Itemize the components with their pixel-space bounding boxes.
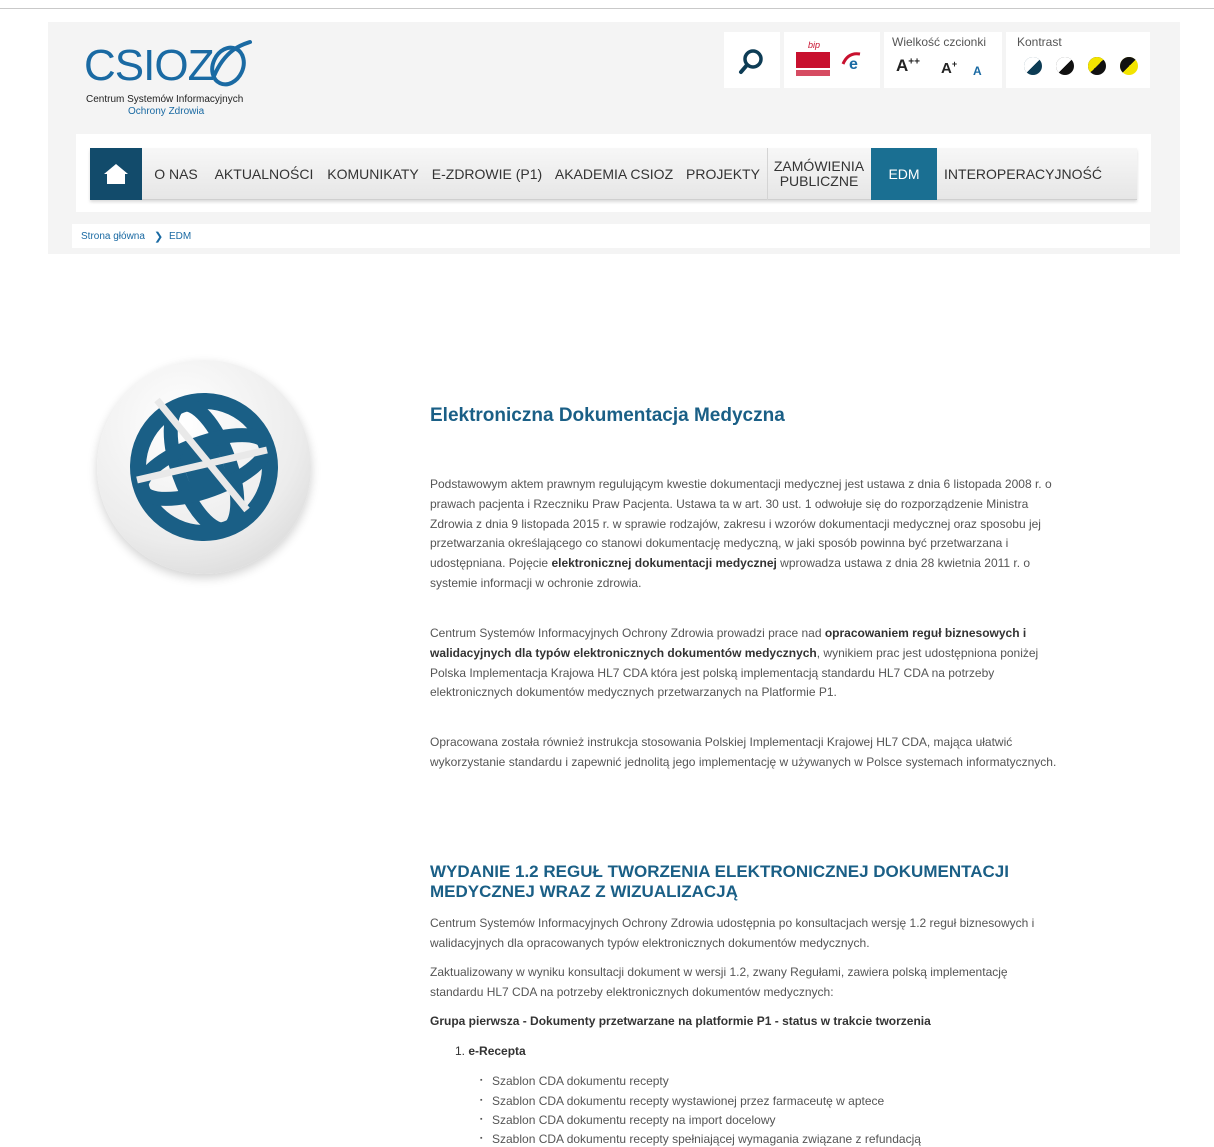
contrast-box: Kontrast	[1006, 32, 1150, 88]
svg-text:e: e	[849, 56, 858, 72]
template-link[interactable]: Szablon CDA dokumentu recepty	[480, 1074, 669, 1088]
nav-item-edm[interactable]: EDM	[871, 148, 937, 200]
nav-item-projekty[interactable]: PROJEKTY	[681, 148, 765, 200]
group-title: Grupa pierwsza - Dokumenty przetwarzane …	[430, 1014, 931, 1028]
font-large-button[interactable]: A++	[896, 56, 920, 76]
globe-icon	[130, 393, 278, 541]
contrast-yb-icon	[1088, 57, 1106, 75]
contrast-default-icon	[1024, 57, 1042, 75]
contrast-by-button[interactable]	[1120, 57, 1138, 75]
font-large-letter: A	[896, 56, 909, 75]
epuap-icon[interactable]: e	[840, 50, 866, 72]
contrast-by-icon	[1120, 57, 1138, 75]
contrast-default-button[interactable]	[1024, 57, 1042, 75]
contrast-yb-button[interactable]	[1088, 57, 1106, 75]
bip-link[interactable]: bip	[796, 40, 832, 78]
breadcrumb-home[interactable]: Strona główna	[81, 231, 145, 242]
nav-item-interoperacyjnosc[interactable]: INTEROPERACYJNOŚĆ	[940, 148, 1106, 200]
font-size-box: Wielkość czcionki A++ A+ A	[884, 32, 1002, 88]
work-text-1: Centrum Systemów Informacyjnych Ochrony …	[430, 626, 825, 640]
logo-subtitle-line2: Ochrony Zdrowia	[128, 106, 205, 117]
list-item-e-recepta: 1. e-Recepta	[455, 1044, 526, 1058]
search-icon[interactable]	[738, 48, 766, 76]
nav-item-aktualnosci[interactable]: AKTUALNOŚCI	[209, 148, 319, 200]
section-title: WYDANIE 1.2 REGUŁ TWORZENIA ELEKTRONICZN…	[430, 862, 1009, 901]
breadcrumb-chevron-icon: ❯	[154, 231, 164, 243]
bip-flag-icon	[796, 52, 830, 68]
logo-subtitle-line1: Centrum Systemów Informacyjnych	[86, 94, 244, 105]
font-medium-button[interactable]: A+	[941, 59, 957, 77]
updated-paragraph: Zaktualizowany w wyniku konsultacji doku…	[430, 965, 1008, 999]
bip-label: bip	[808, 40, 821, 50]
bip-box: bip e	[784, 32, 880, 88]
contrast-bw-button[interactable]	[1056, 57, 1074, 75]
release-paragraph: Centrum Systemów Informacyjnych Ochrony …	[430, 916, 1035, 950]
work-paragraph: Centrum Systemów Informacyjnych Ochrony …	[430, 624, 1062, 703]
font-medium-sup: +	[951, 59, 958, 69]
logo-wordmark: CSIOZ	[84, 41, 214, 90]
template-link[interactable]: Szablon CDA dokumentu recepty wystawione…	[480, 1094, 884, 1108]
nav-item-akademia[interactable]: AKADEMIA CSIOZ	[550, 148, 678, 200]
nav-item-zamowienia[interactable]: ZAMÓWIENIA PUBLICZNE	[768, 148, 870, 200]
font-large-sup: ++	[908, 56, 920, 68]
nav-item-komunikaty[interactable]: KOMUNIKATY	[322, 148, 424, 200]
font-size-label: Wielkość czcionki	[892, 35, 987, 49]
intro-bold: elektronicznej dokumentacji medycznej	[551, 556, 777, 571]
nav-item-e-zdrowie[interactable]: E-ZDROWIE (P1)	[427, 148, 547, 200]
home-icon	[104, 164, 128, 184]
font-small-button[interactable]: A	[973, 64, 982, 78]
intro-paragraph: Podstawowym aktem prawnym regulującym kw…	[430, 475, 1062, 594]
page-title: Elektroniczna Dokumentacja Medyczna	[430, 405, 785, 426]
logo-swirl-icon	[210, 40, 252, 87]
bip-flag-base	[796, 70, 830, 76]
instruction-paragraph: Opracowana została również instrukcja st…	[430, 735, 1057, 769]
search-box	[724, 32, 780, 88]
template-link[interactable]: Szablon CDA dokumentu recepty spełniając…	[480, 1132, 921, 1146]
list-number: 1.	[455, 1044, 466, 1058]
nav-item-o-nas[interactable]: O NAS	[146, 148, 206, 200]
nav-home-button[interactable]	[90, 148, 142, 200]
contrast-label: Kontrast	[1017, 35, 1062, 49]
contrast-bw-icon	[1056, 57, 1074, 75]
browser-frame-line	[0, 8, 1214, 9]
breadcrumb-current[interactable]: EDM	[169, 231, 191, 242]
csioz-logo[interactable]: CSIOZ Centrum Systemów Informacyjnych Oc…	[84, 38, 284, 118]
template-link[interactable]: Szablon CDA dokumentu recepty na import …	[480, 1113, 776, 1127]
font-medium-letter: A	[941, 60, 952, 77]
breadcrumb: Strona główna ❯ EDM	[72, 224, 1150, 248]
page: CSIOZ Centrum Systemów Informacyjnych Oc…	[0, 0, 1214, 1147]
list-label: e-Recepta	[468, 1044, 526, 1058]
